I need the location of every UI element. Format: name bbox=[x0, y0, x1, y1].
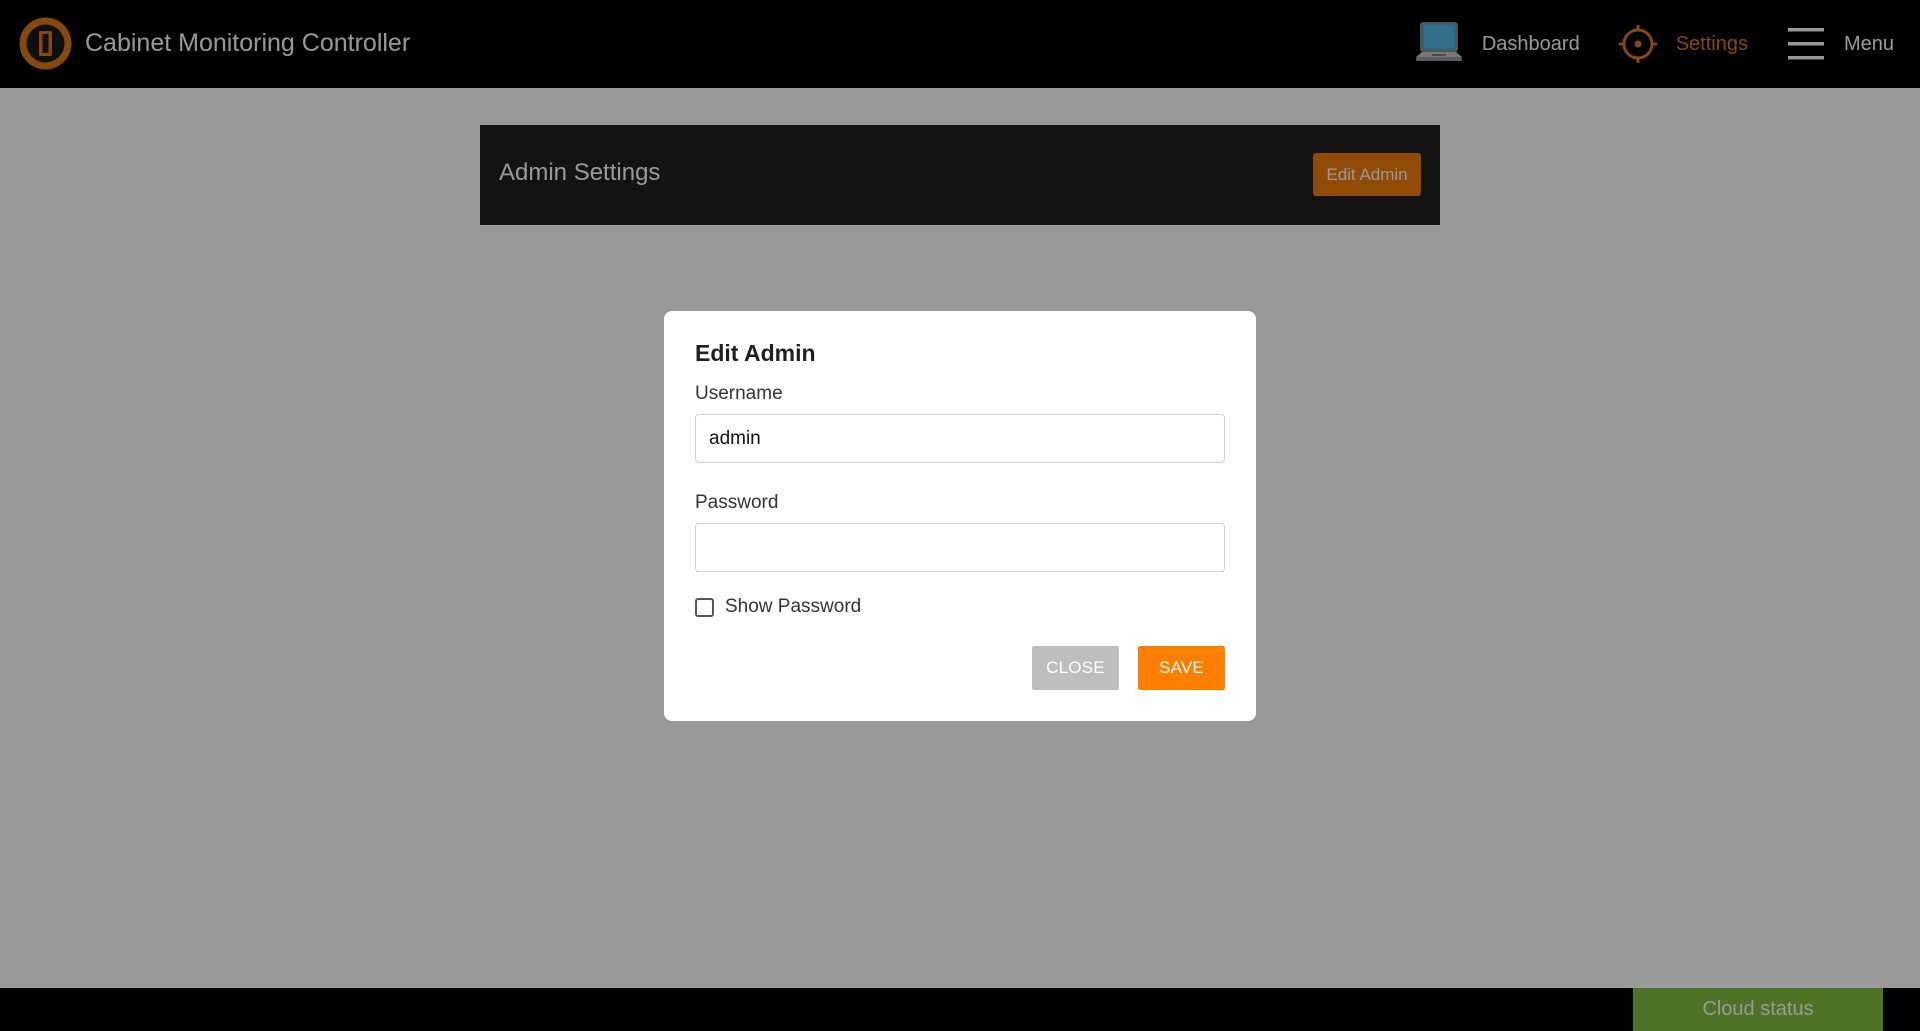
edit-admin-dialog: Edit Admin Username Password Show Passwo… bbox=[664, 311, 1256, 721]
save-button[interactable]: SAVE bbox=[1138, 646, 1225, 690]
show-password-checkbox[interactable] bbox=[695, 597, 714, 617]
show-password-label[interactable]: Show Password bbox=[725, 596, 861, 618]
password-label: Password bbox=[695, 492, 779, 513]
username-label: Username bbox=[695, 383, 783, 404]
username-input[interactable] bbox=[695, 414, 1225, 463]
close-button[interactable]: CLOSE bbox=[1032, 646, 1119, 690]
dialog-title: Edit Admin bbox=[695, 340, 816, 366]
password-input[interactable] bbox=[695, 523, 1225, 572]
modal-backdrop[interactable]: Edit Admin Username Password Show Passwo… bbox=[0, 0, 1920, 1031]
show-password-row: Show Password bbox=[695, 596, 1225, 618]
dialog-actions: CLOSE SAVE bbox=[1032, 646, 1225, 690]
